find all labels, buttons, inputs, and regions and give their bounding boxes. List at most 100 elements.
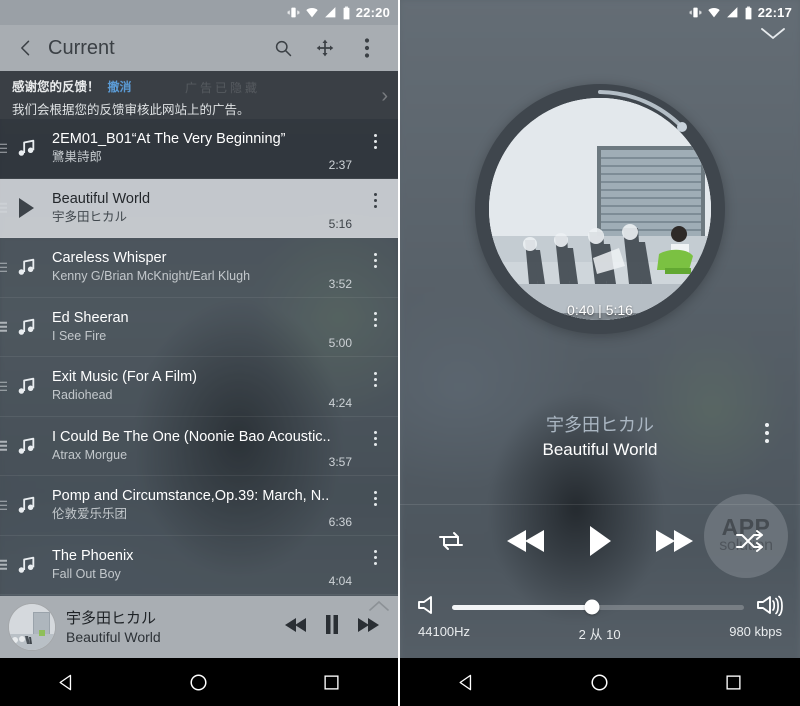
now-playing-overflow-button[interactable] xyxy=(756,420,778,446)
volume-slider[interactable] xyxy=(452,599,744,615)
fast-forward-icon xyxy=(656,530,694,552)
drag-handle[interactable] xyxy=(0,201,7,216)
nav-back-button[interactable] xyxy=(437,658,497,706)
rewind-icon xyxy=(506,530,544,552)
nav-back-icon xyxy=(59,674,71,690)
mini-player-controls xyxy=(284,615,390,639)
track-overflow-button[interactable] xyxy=(364,190,386,212)
android-navigation-bar-left xyxy=(0,658,398,706)
repeat-button[interactable] xyxy=(423,518,479,564)
track-row[interactable]: Exit Music (For A Film) Radiohead 4:24 xyxy=(0,357,398,417)
mini-player-album-art xyxy=(8,603,56,651)
volume-down-button[interactable] xyxy=(416,594,440,621)
nav-home-button[interactable] xyxy=(570,658,630,706)
overflow-button[interactable] xyxy=(346,37,388,59)
track-overflow-button[interactable] xyxy=(364,368,386,390)
shuffle-button[interactable] xyxy=(721,518,777,564)
track-status-icon xyxy=(0,197,52,219)
screen-divider xyxy=(398,0,400,706)
drag-handle[interactable] xyxy=(0,439,7,454)
track-row[interactable]: The Phoenix Fall Out Boy 4:04 xyxy=(0,535,398,595)
playback-time-label: 0:40 | 5:16 xyxy=(567,302,633,318)
wifi-icon xyxy=(708,8,720,18)
drag-handle[interactable] xyxy=(0,498,7,513)
volume-slider-knob[interactable] xyxy=(584,599,600,615)
music-note-icon xyxy=(18,556,35,573)
seek-progress-arc xyxy=(598,90,687,132)
track-title: 2EM01_B01“At The Very Beginning” xyxy=(52,131,286,148)
track-overflow-button[interactable] xyxy=(364,547,386,569)
track-status-icon xyxy=(0,554,52,576)
volume-up-button[interactable] xyxy=(756,594,784,621)
nav-home-icon xyxy=(591,673,609,691)
nav-recents-button[interactable] xyxy=(703,658,763,706)
track-overflow-button[interactable] xyxy=(364,428,386,450)
chevron-down-icon xyxy=(761,28,785,40)
wifi-icon xyxy=(306,8,318,18)
next-button[interactable] xyxy=(646,518,702,564)
track-list[interactable]: 2EM01_B01“At The Very Beginning” 鷺巣詩郎 2:… xyxy=(0,119,398,596)
expand-player-button[interactable] xyxy=(368,600,390,615)
play-button[interactable] xyxy=(572,518,628,564)
drag-handle[interactable] xyxy=(0,320,7,335)
track-duration: 5:00 xyxy=(328,336,352,350)
track-row[interactable]: Ed Sheeran I See Fire 5:00 xyxy=(0,297,398,357)
track-row[interactable]: Pomp and Circumstance,Op.39: March, N.. … xyxy=(0,476,398,536)
track-row[interactable]: Beautiful World 宇多田ヒカル 5:16 xyxy=(0,178,398,238)
nav-recents-icon xyxy=(726,674,741,690)
status-bar-time: 22:17 xyxy=(757,5,792,20)
overflow-menu-icon xyxy=(765,431,769,435)
pause-icon xyxy=(326,615,338,634)
mini-next-button[interactable] xyxy=(356,617,380,638)
track-row[interactable]: I Could Be The One (Noonie Bao Acoustic.… xyxy=(0,416,398,476)
collapse-button[interactable] xyxy=(760,26,786,45)
page-title: Current xyxy=(48,36,115,59)
drag-handle[interactable] xyxy=(0,141,7,156)
mini-player[interactable]: 宇多田ヒカル Beautiful World xyxy=(0,596,398,658)
move-button[interactable] xyxy=(304,38,346,58)
back-button[interactable] xyxy=(10,38,42,58)
search-button[interactable] xyxy=(262,38,304,58)
track-status-icon xyxy=(0,375,52,397)
track-status-icon xyxy=(0,137,52,159)
chevron-right-icon[interactable]: › xyxy=(381,85,388,108)
drag-handle[interactable] xyxy=(0,558,7,573)
drag-handle[interactable] xyxy=(0,379,7,394)
nav-recents-icon xyxy=(324,674,339,690)
nav-home-button[interactable] xyxy=(169,658,229,706)
album-art-seek-ring[interactable]: 0:40 | 5:16 xyxy=(475,84,725,334)
mini-prev-button[interactable] xyxy=(284,617,308,638)
overflow-menu-icon xyxy=(765,439,769,443)
app-toolbar: Current xyxy=(0,25,398,71)
ad-thanks-text: 感谢您的反馈！ xyxy=(12,80,100,94)
nav-back-icon xyxy=(459,674,472,690)
ad-undo-link[interactable]: 撤消 xyxy=(108,78,132,95)
track-overflow-button[interactable] xyxy=(364,309,386,331)
track-title: The Phoenix xyxy=(52,547,134,564)
battery-icon xyxy=(343,6,350,19)
track-row[interactable]: Careless Whisper Kenny G/Brian McKnight/… xyxy=(0,238,398,298)
rewind-icon xyxy=(285,617,306,632)
track-title: I Could Be The One (Noonie Bao Acoustic.… xyxy=(52,428,331,445)
bitrate-label: 980 kbps xyxy=(729,624,782,639)
mini-pause-button[interactable] xyxy=(324,615,340,639)
track-overflow-button[interactable] xyxy=(364,487,386,509)
track-overflow-button[interactable] xyxy=(364,249,386,271)
android-navigation-bar-right xyxy=(400,658,800,706)
nav-recents-button[interactable] xyxy=(302,658,362,706)
drag-handle[interactable] xyxy=(0,260,7,275)
vibrate-icon xyxy=(287,7,300,18)
overflow-menu-icon xyxy=(765,423,769,427)
track-row[interactable]: 2EM01_B01“At The Very Beginning” 鷺巣詩郎 2:… xyxy=(0,119,398,179)
track-overflow-button[interactable] xyxy=(364,130,386,152)
track-duration: 3:57 xyxy=(328,455,352,469)
track-status-icon xyxy=(0,435,52,457)
volume-slider-fill xyxy=(452,604,593,610)
previous-button[interactable] xyxy=(498,518,554,564)
now-playing-artist: 宇多田ヒカル xyxy=(546,415,654,435)
status-bar-time: 22:20 xyxy=(355,5,390,20)
music-note-icon xyxy=(18,259,35,276)
nav-back-button[interactable] xyxy=(36,658,96,706)
now-playing-title: Beautiful World xyxy=(542,440,658,459)
ad-feedback-banner[interactable]: 广告已隐藏 感谢您的反馈！ 撤消 我们会根据您的反馈审核此网站上的广告。 › xyxy=(0,71,398,119)
